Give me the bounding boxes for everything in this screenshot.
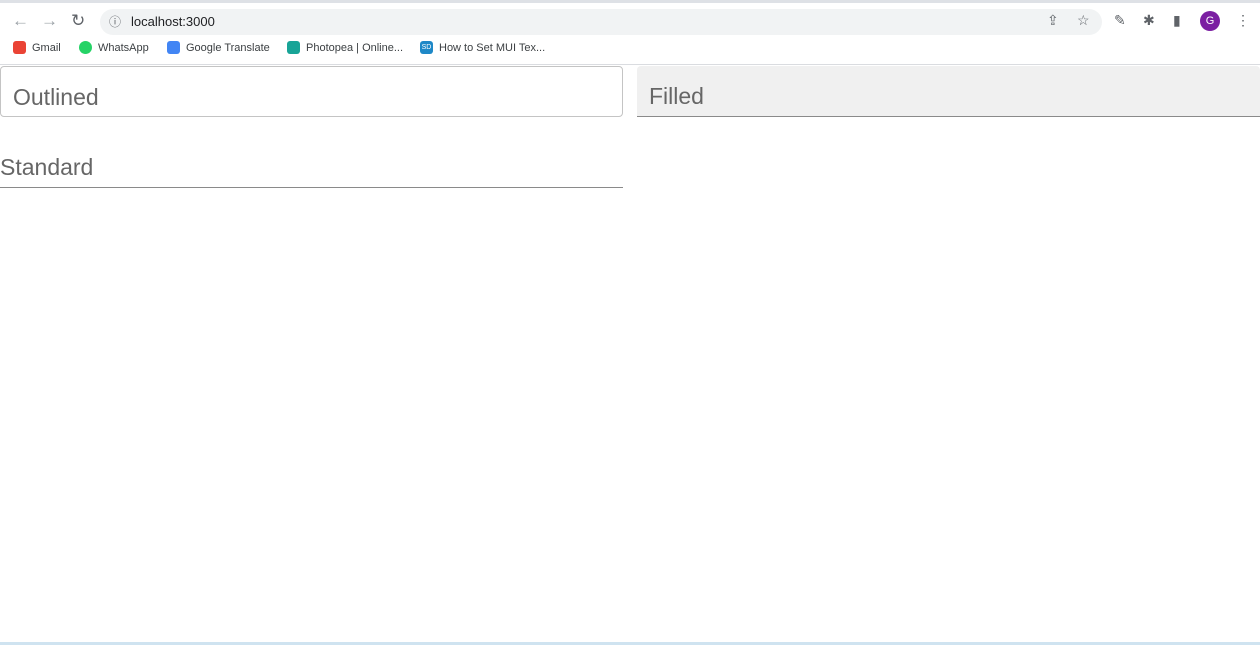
site-icon: SD [420, 41, 433, 54]
forward-icon[interactable]: → [41, 11, 58, 31]
extensions-icon[interactable]: ✱ [1143, 12, 1155, 29]
gmail-icon [13, 41, 26, 54]
browser-toolbar: ← → ↻ ⓘ localhost:3000 ⇪ ☆ ✎ ✱ ▮ G ⋮ [0, 3, 1260, 35]
translate-icon [167, 41, 180, 54]
address-bar[interactable] [100, 9, 1102, 35]
url-text[interactable]: localhost:3000 [131, 14, 215, 29]
info-icon[interactable]: ⓘ [109, 13, 121, 30]
side-panel-icon[interactable]: ▮ [1173, 12, 1181, 29]
bookmark-photopea[interactable]: Photopea | Online... [287, 41, 403, 54]
reload-icon[interactable]: ↻ [71, 11, 85, 31]
filled-label: Filled [649, 83, 704, 109]
bookmark-google-translate[interactable]: Google Translate [167, 41, 270, 54]
standard-label: Standard [0, 154, 94, 180]
back-icon[interactable]: ← [12, 11, 29, 31]
bookmark-whatsapp[interactable]: WhatsApp [79, 41, 149, 54]
bookmark-mui[interactable]: SD How to Set MUI Tex... [420, 41, 545, 54]
filled-text-field[interactable]: Filled [637, 66, 1260, 117]
divider [0, 64, 1260, 65]
standard-text-field[interactable]: Standard [0, 140, 623, 188]
share-icon[interactable]: ⇪ [1047, 12, 1059, 29]
eyedropper-icon[interactable]: ✎ [1114, 12, 1126, 29]
menu-icon[interactable]: ⋮ [1236, 12, 1250, 29]
outlined-text-field[interactable]: Outlined [0, 66, 623, 117]
outlined-label: Outlined [13, 84, 99, 110]
photopea-icon [287, 41, 300, 54]
bookmark-gmail[interactable]: Gmail [13, 41, 61, 54]
whatsapp-icon [79, 41, 92, 54]
star-icon[interactable]: ☆ [1077, 12, 1090, 29]
avatar[interactable]: G [1200, 11, 1220, 31]
